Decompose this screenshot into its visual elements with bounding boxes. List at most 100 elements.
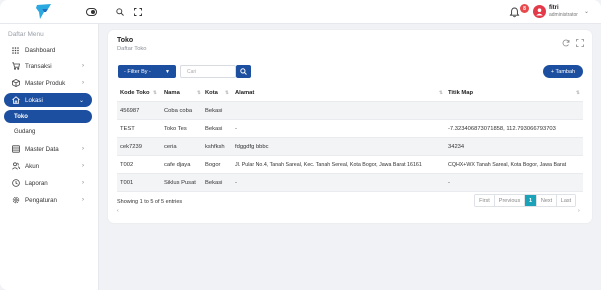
sidebar-item-label: Master Produk bbox=[25, 79, 66, 87]
page-previous-button[interactable]: Previous bbox=[495, 195, 525, 206]
logo-icon[interactable] bbox=[34, 3, 54, 21]
cell-alamat: - bbox=[235, 126, 237, 132]
cell-kota: Bekasi bbox=[205, 180, 223, 186]
table-row[interactable]: TEST Toko Tes Bekasi - -7.3234068730718​… bbox=[117, 120, 583, 138]
user-role: administrator bbox=[549, 12, 578, 18]
page-next-button[interactable]: Next bbox=[537, 195, 557, 206]
cell-kode: T001 bbox=[120, 180, 134, 186]
cell-alamat: Jl. Pular No.4, Tanah Sareal, Kec. Tanah… bbox=[235, 162, 422, 168]
sidebar-item-label: Akun bbox=[25, 162, 40, 170]
sidebar-item-transaksi[interactable]: Transaksi › bbox=[4, 59, 92, 73]
cell-kode: T002 bbox=[120, 162, 134, 168]
sort-icon: ⇅ bbox=[225, 90, 229, 95]
chevron-right-icon: › bbox=[82, 180, 84, 186]
chevron-right-icon: › bbox=[82, 80, 84, 86]
table-row[interactable]: T002 cafe djaya Bogor Jl. Pular No.4, Ta… bbox=[117, 156, 583, 174]
sidebar-item-pengaturan[interactable]: Pengaturan › bbox=[4, 193, 92, 207]
cell-kota: Bekasi bbox=[205, 126, 223, 132]
cell-nama: Siklus Pusat bbox=[164, 180, 196, 186]
sidebar-item-dashboard[interactable]: Dashboard bbox=[4, 43, 92, 57]
expand-icon[interactable] bbox=[576, 39, 584, 47]
cart-icon bbox=[11, 62, 20, 71]
table-row[interactable]: 456987 Coba coba Bekasi bbox=[117, 102, 583, 120]
cell-titik-map: CQHX+WX Tanah Sareal, Kota Bogor, Jawa B… bbox=[448, 162, 567, 168]
cell-titik-map: -7.3234068730718​58, 112.7930667937​03 bbox=[448, 126, 556, 132]
cell-kota: Bogor bbox=[205, 162, 221, 168]
cell-titik-map bbox=[448, 102, 583, 120]
page-first-button[interactable]: First bbox=[475, 195, 495, 206]
fullscreen-icon[interactable] bbox=[132, 6, 144, 18]
sidebar-item-label: Lokasi bbox=[25, 96, 43, 104]
sidebar-item-laporan[interactable]: Laporan › bbox=[4, 176, 92, 190]
menu-title: Daftar Menu bbox=[8, 31, 44, 38]
dashboard-icon bbox=[11, 46, 20, 55]
sidebar-item-master-produk[interactable]: Master Produk › bbox=[4, 76, 92, 90]
search-icon bbox=[240, 68, 247, 75]
page-1-button[interactable]: 1 bbox=[525, 195, 537, 206]
sidebar-subitem-label: Gudang bbox=[14, 128, 36, 135]
pagination: First Previous 1 Next Last bbox=[474, 194, 576, 207]
cell-nama: cafe djaya bbox=[164, 162, 191, 168]
bell-icon[interactable] bbox=[509, 7, 520, 18]
cell-kota: Bekasi bbox=[205, 108, 223, 114]
home-icon bbox=[11, 96, 20, 105]
column-header-titik-map[interactable]: Titik Map bbox=[448, 84, 583, 102]
sidebar-toggle-icon[interactable] bbox=[85, 6, 97, 18]
filter-label: - Filter By - bbox=[124, 68, 151, 75]
gear-icon bbox=[11, 196, 20, 205]
sidebar-subitem-toko[interactable]: Toko bbox=[4, 110, 92, 123]
users-icon bbox=[11, 162, 20, 171]
sidebar-item-label: Dashboard bbox=[25, 46, 56, 54]
sidebar-subitem-label: Toko bbox=[14, 113, 28, 120]
add-button[interactable]: + Tambah bbox=[543, 65, 583, 78]
filter-dropdown[interactable]: - Filter By - ▼ bbox=[118, 65, 176, 78]
sort-icon: ⇅ bbox=[576, 90, 580, 95]
refresh-icon[interactable] bbox=[562, 39, 570, 47]
sort-icon: ⇅ bbox=[153, 90, 157, 95]
sidebar-item-lokasi[interactable]: Lokasi ⌄ bbox=[4, 93, 92, 107]
avatar[interactable] bbox=[533, 5, 546, 18]
sidebar-item-label: Master Data bbox=[25, 145, 59, 153]
cell-titik-map: - bbox=[448, 180, 450, 186]
sidebar-item-label: Transaksi bbox=[25, 62, 52, 70]
search-icon[interactable] bbox=[114, 6, 126, 18]
table-header: Kode Toko ⇅ Nama ⇅ Kota ⇅ Alamat ⇅ Titik… bbox=[117, 84, 583, 102]
clock-icon bbox=[11, 179, 20, 188]
search-button[interactable] bbox=[236, 65, 251, 78]
app-frame: 8 fitri administrator ⌄ Daftar Menu Dash… bbox=[0, 0, 601, 290]
sidebar-item-master-data[interactable]: Master Data › bbox=[4, 142, 92, 156]
chevron-down-icon: ⌄ bbox=[78, 97, 84, 104]
table-row[interactable]: cek7239 ceria kshfksh fdggdfg bbbc 34234 bbox=[117, 138, 583, 156]
chevron-down-icon[interactable]: ⌄ bbox=[584, 8, 589, 15]
scroll-left-icon[interactable]: ‹ bbox=[117, 208, 119, 214]
data-table: Kode Toko ⇅ Nama ⇅ Kota ⇅ Alamat ⇅ Titik… bbox=[117, 84, 583, 192]
cell-kode: 456987 bbox=[120, 108, 140, 114]
search-input[interactable] bbox=[180, 65, 236, 78]
chevron-right-icon: › bbox=[82, 146, 84, 152]
top-bar: 8 fitri administrator ⌄ bbox=[0, 0, 601, 24]
box-icon bbox=[11, 79, 20, 88]
sort-icon: ⇅ bbox=[197, 90, 201, 95]
sidebar-subitem-gudang[interactable]: Gudang bbox=[4, 125, 92, 138]
chevron-right-icon: › bbox=[82, 63, 84, 69]
sidebar: Daftar Menu Dashboard Transaksi › Master… bbox=[0, 24, 99, 290]
user-name[interactable]: fitri bbox=[549, 5, 559, 11]
scroll-right-icon[interactable]: › bbox=[578, 208, 580, 214]
cell-nama: ceria bbox=[164, 144, 177, 150]
caret-down-icon: ▼ bbox=[165, 68, 170, 75]
sidebar-item-label: Laporan bbox=[25, 179, 48, 187]
sidebar-item-akun[interactable]: Akun › bbox=[4, 159, 92, 173]
table-info: Showing 1 to 5 of 5 entries bbox=[117, 199, 183, 205]
table-row[interactable]: T001 Siklus Pusat Bekasi - - bbox=[117, 174, 583, 192]
column-header-alamat[interactable]: Alamat bbox=[235, 84, 449, 102]
cell-kode: cek7239 bbox=[120, 144, 142, 150]
cell-kota: kshfksh bbox=[205, 144, 225, 150]
cell-titik-map: 34234 bbox=[448, 144, 465, 150]
cell-nama: Coba coba bbox=[164, 108, 193, 114]
cell-alamat bbox=[235, 102, 449, 120]
chevron-right-icon: › bbox=[82, 163, 84, 169]
content-card: Toko Daftar Toko - Filter By - ▼ + Tamba… bbox=[108, 30, 592, 223]
cell-alamat: fdggdfg bbbc bbox=[235, 144, 269, 150]
column-header-nama[interactable]: Nama bbox=[164, 84, 209, 102]
page-last-button[interactable]: Last bbox=[557, 195, 575, 206]
